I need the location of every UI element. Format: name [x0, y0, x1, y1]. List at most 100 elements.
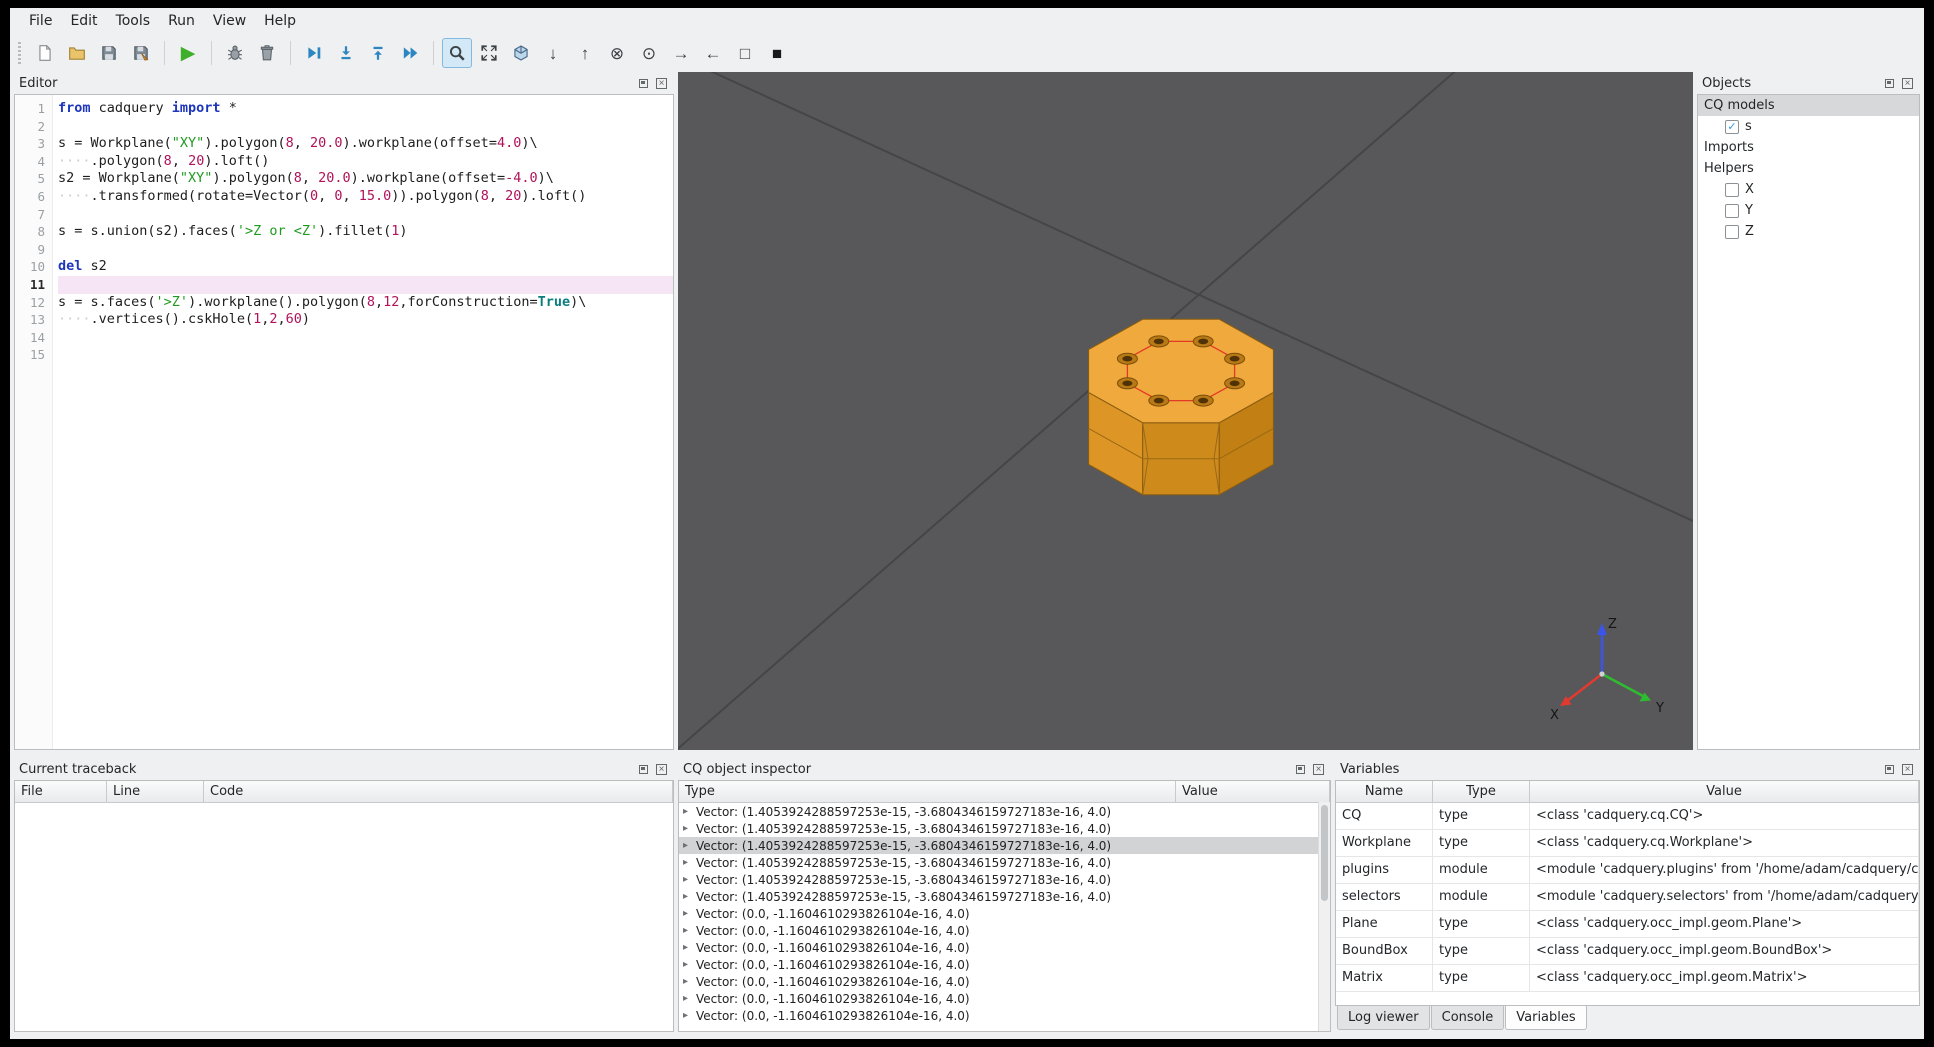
inspector-row[interactable]: Vector: (0.0, -1.1604610293826104e-16, 4…: [679, 973, 1330, 990]
view-bottom-button[interactable]: ↓: [538, 38, 568, 68]
objects-tree[interactable]: CQ models s Imports Helpers XYZ: [1697, 94, 1920, 750]
expand-caret-icon[interactable]: [683, 1010, 696, 1021]
expand-caret-icon[interactable]: [683, 942, 696, 953]
menu-view[interactable]: View: [204, 9, 255, 33]
tree-item-z[interactable]: Z: [1698, 221, 1919, 242]
view-right-button[interactable]: →: [666, 38, 696, 68]
expand-caret-icon[interactable]: [683, 959, 696, 970]
expand-caret-icon[interactable]: [683, 993, 696, 1004]
code-line-1[interactable]: from cadquery import *: [58, 100, 673, 118]
inspector-row[interactable]: Vector: (0.0, -1.1604610293826104e-16, 4…: [679, 1007, 1330, 1024]
expand-caret-icon[interactable]: [683, 976, 696, 987]
inspector-row[interactable]: Vector: (0.0, -1.1604610293826104e-16, 4…: [679, 922, 1330, 939]
expand-caret-icon[interactable]: [683, 925, 696, 936]
code-line-6[interactable]: ····.transformed(rotate=Vector(0, 0, 15.…: [58, 188, 673, 206]
inspector-row[interactable]: Vector: (1.4053924288597253e-15, -3.6804…: [679, 820, 1330, 837]
step-button[interactable]: [299, 38, 329, 68]
view-shaded-button[interactable]: ■: [762, 38, 792, 68]
view-front-button[interactable]: ⊗: [602, 38, 632, 68]
expand-caret-icon[interactable]: [683, 857, 696, 868]
view-back-button[interactable]: ⊙: [634, 38, 664, 68]
menu-file[interactable]: File: [20, 9, 61, 33]
variable-row-matrix[interactable]: Matrix type <class 'cadquery.occ_impl.geom…: [1336, 965, 1919, 992]
code-line-12[interactable]: s = s.faces('>Z').workplane().polygon(8,…: [58, 294, 673, 312]
view-top-button[interactable]: ↑: [570, 38, 600, 68]
inspector-row[interactable]: Vector: (0.0, -1.1604610293826104e-16, 4…: [679, 939, 1330, 956]
close-panel-button[interactable]: [1900, 762, 1915, 777]
code-line-13[interactable]: ····.vertices().cskHole(1,2,60): [58, 311, 673, 329]
inspector-row[interactable]: Vector: (0.0, -1.1604610293826104e-16, 4…: [679, 905, 1330, 922]
variable-row-cq[interactable]: CQ type <class 'cadquery.cq.CQ'>: [1336, 803, 1919, 830]
save-as-button[interactable]: [126, 38, 156, 68]
scrollbar-thumb[interactable]: [1321, 805, 1328, 901]
close-panel-button[interactable]: [1311, 762, 1326, 777]
menu-run[interactable]: Run: [159, 9, 204, 33]
float-panel-button[interactable]: [636, 76, 651, 91]
inspector-row[interactable]: Vector: (1.4053924288597253e-15, -3.6804…: [679, 803, 1330, 820]
close-panel-button[interactable]: [654, 762, 669, 777]
viewport-canvas[interactable]: Z X Y: [678, 72, 1693, 750]
inspector-row[interactable]: Vector: (1.4053924288597253e-15, -3.6804…: [679, 871, 1330, 888]
menu-tools[interactable]: Tools: [107, 9, 160, 33]
delete-button[interactable]: [252, 38, 282, 68]
code-line-15[interactable]: [58, 346, 673, 364]
float-panel-button[interactable]: [1293, 762, 1308, 777]
checkbox-z[interactable]: [1725, 224, 1739, 239]
code-line-8[interactable]: s = s.union(s2).faces('>Z or <Z').fillet…: [58, 223, 673, 241]
code-line-14[interactable]: [58, 329, 673, 347]
code-line-4[interactable]: ····.polygon(8, 20).loft(): [58, 153, 673, 171]
menu-help[interactable]: Help: [255, 9, 305, 33]
toolbar-drag-handle[interactable]: [18, 42, 21, 64]
fit-view-button[interactable]: [474, 38, 504, 68]
tree-item-y[interactable]: Y: [1698, 200, 1919, 221]
variable-row-selectors[interactable]: selectors module <module 'cadquery.selecto…: [1336, 884, 1919, 911]
expand-caret-icon[interactable]: [683, 823, 696, 834]
inspector-row[interactable]: Vector: (1.4053924288597253e-15, -3.6804…: [679, 854, 1330, 871]
viewport-3d[interactable]: Z X Y: [678, 72, 1693, 750]
inspector-row[interactable]: Vector: (1.4053924288597253e-15, -3.6804…: [679, 837, 1330, 854]
code-line-10[interactable]: del s2: [58, 258, 673, 276]
editor-code[interactable]: from cadquery import * s = Workplane("XY"…: [53, 95, 673, 749]
inspector-row[interactable]: Vector: (0.0, -1.1604610293826104e-16, 4…: [679, 990, 1330, 1007]
inspector-scrollbar[interactable]: [1318, 802, 1330, 1031]
view-left-button[interactable]: ←: [698, 38, 728, 68]
debug-button[interactable]: [220, 38, 250, 68]
tree-item-imports[interactable]: Imports: [1698, 137, 1919, 158]
tree-item-x[interactable]: X: [1698, 179, 1919, 200]
tree-item-cq-models[interactable]: CQ models: [1698, 95, 1919, 116]
float-panel-button[interactable]: [1882, 76, 1897, 91]
tab-console[interactable]: Console: [1430, 1006, 1505, 1030]
menu-edit[interactable]: Edit: [61, 9, 106, 33]
expand-caret-icon[interactable]: [683, 806, 696, 817]
checkbox-y[interactable]: [1725, 203, 1739, 218]
expand-caret-icon[interactable]: [683, 891, 696, 902]
inspector-row[interactable]: Vector: (1.4053924288597253e-15, -3.6804…: [679, 888, 1330, 905]
view-wireframe-button[interactable]: □: [730, 38, 760, 68]
close-panel-button[interactable]: [654, 76, 669, 91]
new-file-button[interactable]: [30, 38, 60, 68]
variable-row-workplane[interactable]: Workplane type <class 'cadquery.cq.Workpla…: [1336, 830, 1919, 857]
expand-caret-icon[interactable]: [683, 908, 696, 919]
float-panel-button[interactable]: [1882, 762, 1897, 777]
code-line-7[interactable]: [58, 206, 673, 224]
checkbox-s[interactable]: [1725, 119, 1739, 134]
continue-button[interactable]: [395, 38, 425, 68]
close-panel-button[interactable]: [1900, 76, 1915, 91]
open-file-button[interactable]: [62, 38, 92, 68]
code-line-3[interactable]: s = Workplane("XY").polygon(8, 20.0).wor…: [58, 135, 673, 153]
tab-variables[interactable]: Variables: [1505, 1006, 1587, 1030]
variable-row-boundbox[interactable]: BoundBox type <class 'cadquery.occ_impl.ge…: [1336, 938, 1919, 965]
expand-caret-icon[interactable]: [683, 874, 696, 885]
render-button[interactable]: ▶: [173, 38, 203, 68]
tab-log-viewer[interactable]: Log viewer: [1337, 1006, 1430, 1030]
checkbox-x[interactable]: [1725, 182, 1739, 197]
editor-body[interactable]: 1 2 3 4 5 6 7 8 9 10 11 12 13 14 15 from cadquery impo…: [14, 94, 674, 750]
tree-item-s[interactable]: s: [1698, 116, 1919, 137]
code-line-5[interactable]: s2 = Workplane("XY").polygon(8, 20.0).wo…: [58, 170, 673, 188]
float-panel-button[interactable]: [636, 762, 651, 777]
zoom-tool-button[interactable]: [442, 38, 472, 68]
variable-row-plane[interactable]: Plane type <class 'cadquery.occ_impl.geom.…: [1336, 911, 1919, 938]
iso-view-button[interactable]: [506, 38, 536, 68]
inspector-row[interactable]: Vector: (0.0, -1.1604610293826104e-16, 4…: [679, 956, 1330, 973]
step-into-button[interactable]: [331, 38, 361, 68]
